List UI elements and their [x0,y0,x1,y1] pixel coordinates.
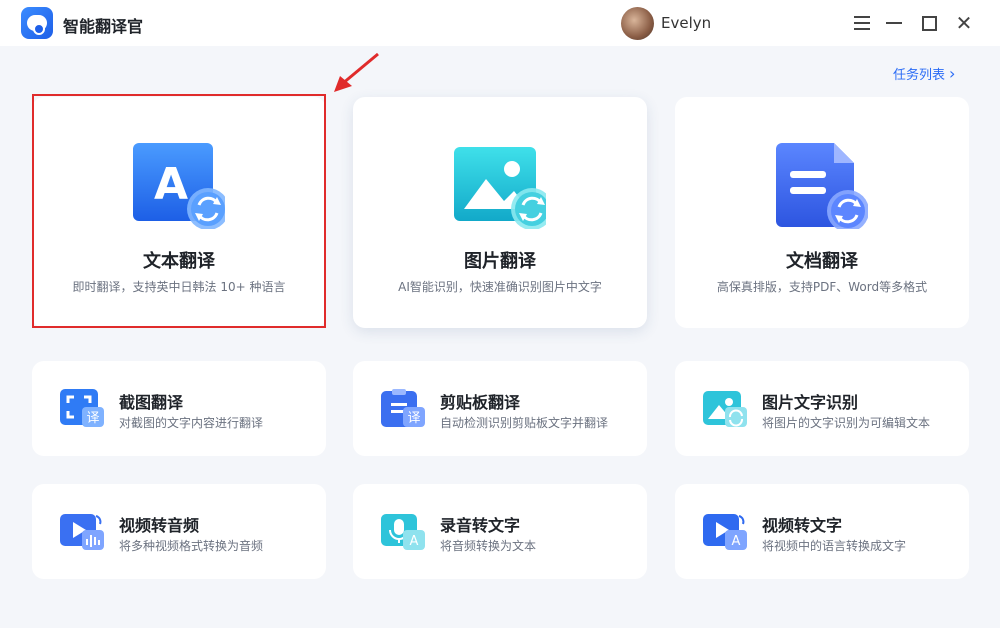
minimize-button[interactable] [883,12,905,34]
video-to-audio-icon [60,514,104,550]
image-ocr-icon [703,391,747,427]
app-logo-icon [21,7,53,39]
video-to-text-icon: A [703,514,747,550]
card-title: 图片翻译 [464,251,536,272]
hamburger-icon [854,16,870,30]
minimize-icon [886,22,902,24]
document-translate-icon [776,143,868,229]
app-title: 智能翻译官 [63,17,144,36]
menu-button[interactable] [851,12,873,34]
task-list-link[interactable]: 任务列表 › [893,64,955,83]
close-icon: ✕ [955,11,973,35]
card-description: 自动检测识别剪贴板文字并翻译 [440,416,609,430]
svg-text:译: 译 [407,411,420,426]
card-title: 文档翻译 [786,251,858,272]
user-name[interactable]: Evelyn [661,14,711,32]
card-title: 视频转文字 [762,516,843,535]
video-to-text-card[interactable]: A 视频转文字 将视频中的语言转换成文字 [675,484,969,579]
image-translate-icon [454,147,546,229]
audio-to-text-card[interactable]: A 录音转文字 将音频转换为文本 [353,484,647,579]
card-description: 将音频转换为文本 [440,539,537,553]
clipboard-translate-card[interactable]: 译 剪贴板翻译 自动检测识别剪贴板文字并翻译 [353,361,647,456]
card-description: 将多种视频格式转换为音频 [119,539,264,553]
card-description: 将视频中的语言转换成文字 [762,539,907,553]
svg-text:A: A [410,534,419,549]
card-title: 剪贴板翻译 [440,393,521,412]
close-button[interactable]: ✕ [953,12,975,34]
audio-to-text-icon: A [381,514,425,550]
maximize-icon [921,15,937,31]
highlight-box [32,94,326,328]
image-ocr-card[interactable]: 图片文字识别 将图片的文字识别为可编辑文本 [675,361,969,456]
card-title: 视频转音频 [119,516,200,535]
card-description: AI智能识别，快速准确识别图片中文字 [398,280,602,294]
card-title: 录音转文字 [440,516,521,535]
task-list-label: 任务列表 [893,68,946,83]
card-description: 对截图的文字内容进行翻译 [119,416,264,430]
annotation-arrow-icon [334,52,379,92]
document-translate-card[interactable]: 文档翻译 高保真排版，支持PDF、Word等多格式 [675,97,969,328]
video-to-audio-card[interactable]: 视频转音频 将多种视频格式转换为音频 [32,484,326,579]
chevron-right-icon: › [949,64,956,83]
screenshot-translate-icon: 译 [60,389,104,427]
card-description: 将图片的文字识别为可编辑文本 [762,416,931,430]
svg-text:译: 译 [86,411,99,426]
card-title: 图片文字识别 [762,393,859,412]
card-title: 截图翻译 [119,393,184,412]
title-bar: 智能翻译官 Evelyn ✕ [0,0,1000,46]
screenshot-translate-card[interactable]: 译 截图翻译 对截图的文字内容进行翻译 [32,361,326,456]
card-description: 高保真排版，支持PDF、Word等多格式 [716,280,928,294]
image-translate-card[interactable]: 图片翻译 AI智能识别，快速准确识别图片中文字 [353,97,647,328]
clipboard-translate-icon: 译 [381,389,425,427]
svg-text:A: A [732,534,741,549]
maximize-button[interactable] [918,12,940,34]
user-avatar[interactable] [621,7,654,40]
